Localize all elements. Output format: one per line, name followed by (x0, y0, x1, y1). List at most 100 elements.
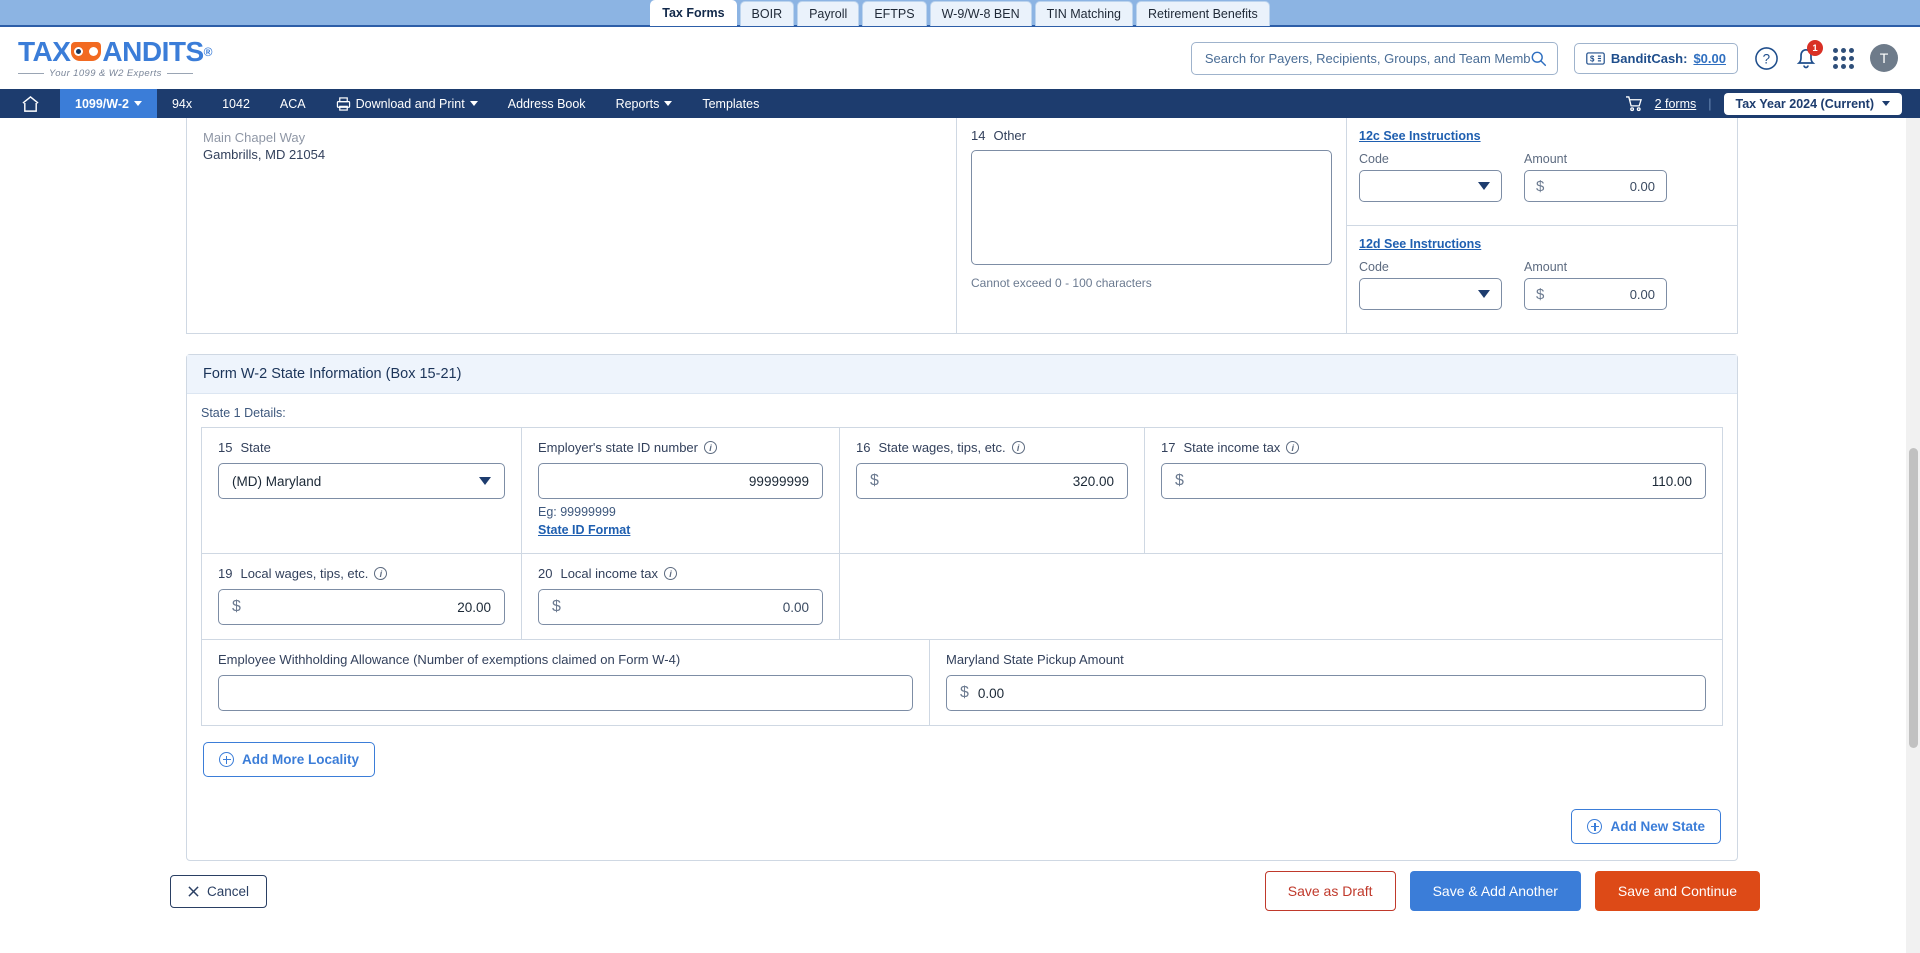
tab-retirement-benefits[interactable]: Retirement Benefits (1135, 1, 1270, 26)
banditcash-button[interactable]: $ BanditCash: $0.00 (1573, 42, 1738, 74)
cart-forms-link[interactable]: 2 forms (1655, 97, 1697, 111)
nav-item-1099-w2[interactable]: 1099/W-2 (60, 89, 157, 118)
state-panel-body: State 1 Details: 15 State (MD) Maryland (187, 394, 1737, 795)
nav-label-aca: ACA (279, 96, 306, 111)
info-icon[interactable]: i (1011, 441, 1025, 454)
pickup-amount-input[interactable]: $ 0.00 (946, 675, 1706, 711)
employer-and-box12-14-panel: Main Chapel Way Gambrills, MD 21054 14 Ot… (186, 118, 1738, 334)
info-icon[interactable]: i (704, 441, 717, 454)
global-search[interactable] (1190, 41, 1558, 75)
box20-label: Local income tax (560, 566, 659, 581)
apps-grid-icon[interactable] (1833, 47, 1854, 69)
state-1-details-label: State 1 Details: (201, 406, 286, 420)
footer-primary-actions: Save as Draft Save & Add Another Save an… (1264, 871, 1760, 911)
nav-item-templates[interactable]: Templates (687, 89, 774, 118)
state-fields-grid: 15 State (MD) Maryland Employer's state … (201, 427, 1723, 726)
nav-item-address-book[interactable]: Address Book (493, 89, 601, 118)
box19-label-row: 19 Local wages, tips, etc. i (218, 566, 505, 581)
box20-label-row: 20 Local income tax i (538, 566, 823, 581)
box12d-amount-input[interactable]: $ 0.00 (1524, 278, 1667, 310)
logo-text-tax: TAX (18, 35, 71, 67)
box15-state-cell: 15 State (MD) Maryland (202, 428, 522, 553)
taxbandits-logo[interactable]: TAX ANDITS ® Your 1099 & W2 Experts (18, 35, 213, 79)
state-id-format-link[interactable]: State ID Format (538, 523, 630, 537)
notifications-bell-icon[interactable]: 1 (1795, 40, 1823, 70)
save-and-add-another-button[interactable]: Save & Add Another (1409, 871, 1581, 911)
box12c-code-field: Code (1359, 152, 1502, 202)
nav-item-aca[interactable]: ACA (265, 89, 321, 118)
tab-w9-w8ben[interactable]: W-9/W-8 BEN (929, 1, 1032, 26)
box12c-see-instructions-link[interactable]: 12c See Instructions (1359, 129, 1481, 143)
add-more-locality-button[interactable]: Add More Locality (203, 742, 376, 777)
box19-amount-input[interactable]: $ 20.00 (218, 589, 505, 625)
box12c-fields: Code Amount $ 0.00 (1359, 152, 1723, 202)
nav-item-94x[interactable]: 94x (157, 89, 207, 118)
cancel-button[interactable]: Cancel (170, 874, 268, 908)
nav-item-reports[interactable]: Reports (601, 89, 688, 118)
tab-payroll[interactable]: Payroll (797, 1, 860, 26)
tab-eftps[interactable]: EFTPS (862, 1, 927, 26)
tax-year-select[interactable]: Tax Year 2024 (Current) (1723, 92, 1902, 115)
tagline-dash-right (166, 73, 193, 74)
employer-state-id-input[interactable]: 99999999 (538, 463, 823, 499)
nav-item-1042[interactable]: 1042 (207, 89, 265, 118)
box14-other-textarea[interactable] (971, 150, 1332, 265)
dollar-sign-icon: $ (1536, 177, 1545, 195)
tab-tax-forms[interactable]: Tax Forms (650, 0, 737, 26)
nav-label-94x: 94x (171, 96, 193, 111)
info-icon[interactable]: i (1286, 441, 1300, 454)
chevron-down-icon (664, 101, 673, 106)
svg-text:$: $ (1590, 54, 1595, 63)
state-panel-title: Form W-2 State Information (Box 15-21) (187, 355, 1737, 394)
box16-state-wages-cell: 16 State wages, tips, etc. i $ 320.00 (840, 428, 1145, 553)
pickup-amount-value: 0.00 (977, 685, 1005, 701)
search-icon[interactable] (1530, 50, 1547, 67)
employer-address-line1: Main Chapel Way (203, 130, 306, 145)
withholding-allowance-input[interactable] (218, 675, 913, 711)
box12c-amount-value: 0.00 (1629, 178, 1655, 194)
plus-circle-icon (1587, 819, 1603, 834)
state-information-panel: Form W-2 State Information (Box 15-21) S… (186, 354, 1738, 861)
nav-label-1042: 1042 (222, 96, 250, 111)
box12c-code-select[interactable] (1359, 170, 1502, 202)
tab-tin-matching[interactable]: TIN Matching (1034, 1, 1133, 26)
plus-circle-icon (219, 752, 234, 767)
nav-label-templates: Templates (702, 96, 760, 111)
box17-amount-input[interactable]: $ 110.00 (1161, 463, 1706, 499)
search-input[interactable] (1204, 50, 1530, 66)
withholding-allowance-label: Employee Withholding Allowance (Number o… (218, 652, 681, 667)
box12d-see-instructions-link[interactable]: 12d See Instructions (1359, 237, 1481, 251)
box19-number: 19 (218, 566, 233, 581)
box12c-amount-input[interactable]: $ 0.00 (1524, 170, 1667, 202)
cart-icon[interactable] (1625, 95, 1643, 112)
box16-amount-input[interactable]: $ 320.00 (856, 463, 1128, 499)
save-and-continue-button[interactable]: Save and Continue (1594, 871, 1760, 911)
tab-boir[interactable]: BOIR (739, 1, 795, 26)
box12d-block: 12d See Instructions Code Amount $ 0.00 (1347, 225, 1737, 333)
box12-cd-cell: 12c See Instructions Code Amount $ 0.00 (1347, 118, 1737, 333)
box17-state-income-tax-cell: 17 State income tax i $ 110.00 (1145, 428, 1722, 553)
product-tab-strip: Tax Forms BOIR Payroll EFTPS W-9/W-8 BEN… (0, 0, 1920, 27)
dollar-sign-icon: $ (1536, 285, 1545, 303)
save-as-draft-button[interactable]: Save as Draft (1264, 871, 1396, 911)
add-more-locality-label: Add More Locality (242, 752, 360, 767)
nav-label-1099-w2: 1099/W-2 (75, 96, 129, 111)
nav-item-download-and-print[interactable]: Download and Print (321, 89, 493, 118)
add-new-state-button[interactable]: Add New State (1571, 809, 1721, 844)
page-scrollbar-thumb[interactable] (1909, 448, 1918, 748)
pickup-amount-label: Maryland State Pickup Amount (946, 652, 1124, 667)
info-icon[interactable]: i (374, 567, 388, 580)
cash-bill-icon: $ (1586, 51, 1605, 65)
box15-state-select[interactable]: (MD) Maryland (218, 463, 505, 499)
home-icon[interactable] (0, 89, 60, 118)
box15-state-value: (MD) Maryland (232, 473, 322, 489)
info-icon[interactable]: i (664, 567, 678, 580)
chevron-down-icon (133, 101, 142, 106)
box12c-amount-label: Amount (1524, 152, 1568, 166)
help-icon[interactable]: ? (1754, 46, 1779, 71)
box20-amount-input[interactable]: $ 0.00 (538, 589, 823, 625)
box12d-code-select[interactable] (1359, 278, 1502, 310)
box17-label: State income tax (1183, 440, 1281, 455)
avatar[interactable]: T (1870, 44, 1898, 72)
page-scrollbar-track[interactable] (1906, 118, 1920, 953)
